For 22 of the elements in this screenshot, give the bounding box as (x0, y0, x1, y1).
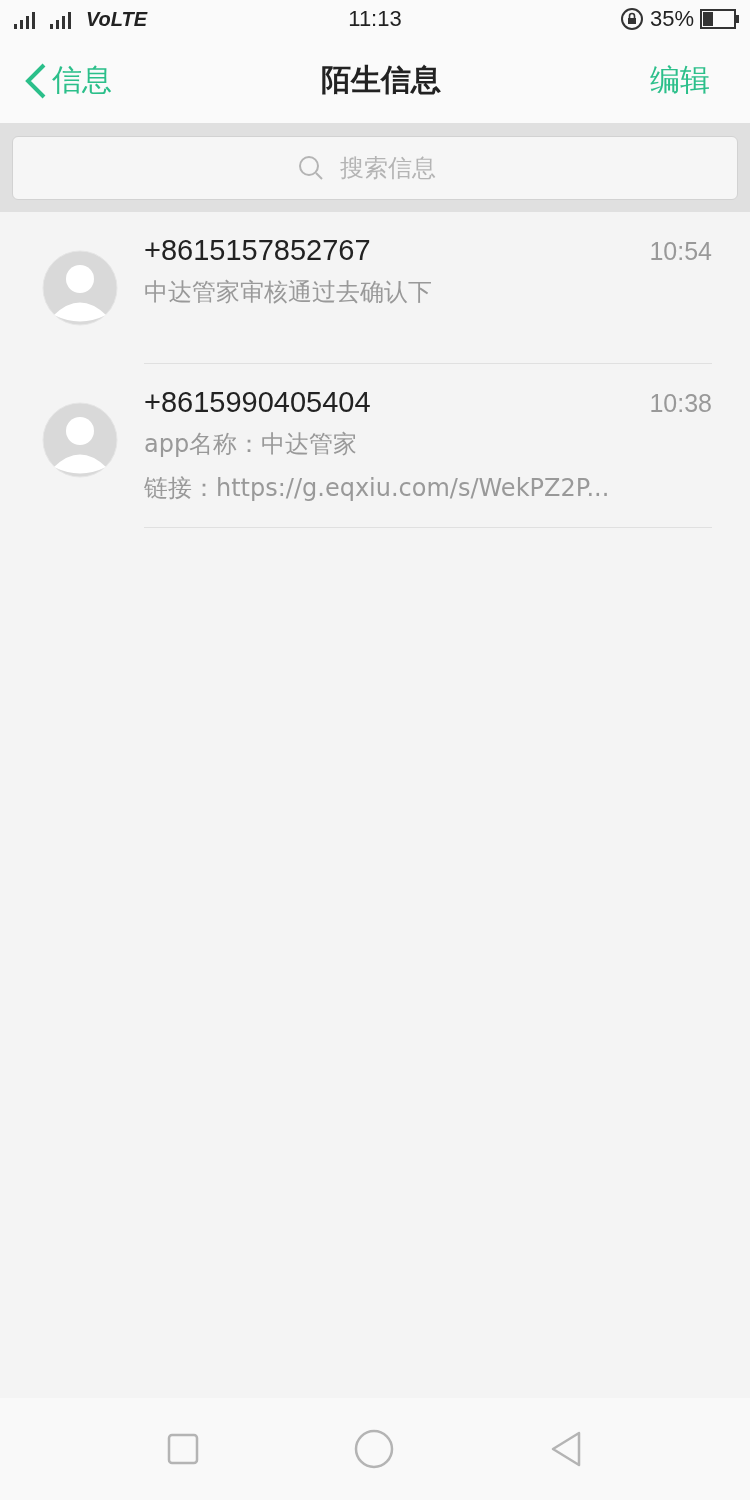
home-button[interactable] (354, 1429, 394, 1469)
message-preview: app名称：中达管家 (144, 429, 359, 460)
back-button[interactable]: 信息 (22, 60, 112, 101)
battery-icon (700, 9, 740, 29)
battery-percent: 35% (649, 6, 694, 32)
rotation-lock-icon (619, 7, 644, 31)
sender-number: +8615990405404 (144, 386, 371, 419)
page-title: 陌生信息 (321, 61, 441, 99)
network-label: VoLTE (86, 7, 148, 31)
message-time: 10:54 (649, 237, 712, 266)
avatar-icon (42, 402, 118, 478)
search-icon (298, 155, 324, 181)
clock: 11:13 (348, 6, 402, 32)
recents-button[interactable] (167, 1433, 200, 1465)
search-field[interactable]: 搜索信息 (12, 136, 738, 200)
sender-number: +8615157852767 (144, 234, 371, 267)
message-time: 10:38 (649, 389, 712, 418)
search-input[interactable]: 搜索信息 (338, 153, 452, 183)
edit-button[interactable]: 编辑 (650, 60, 710, 101)
avatar-icon (42, 250, 118, 326)
message-preview: 中达管家审核通过去确认下 (144, 277, 433, 308)
message-preview: 链接：https://g.eqxiu.com/s/WekPZ2P... (144, 473, 611, 504)
